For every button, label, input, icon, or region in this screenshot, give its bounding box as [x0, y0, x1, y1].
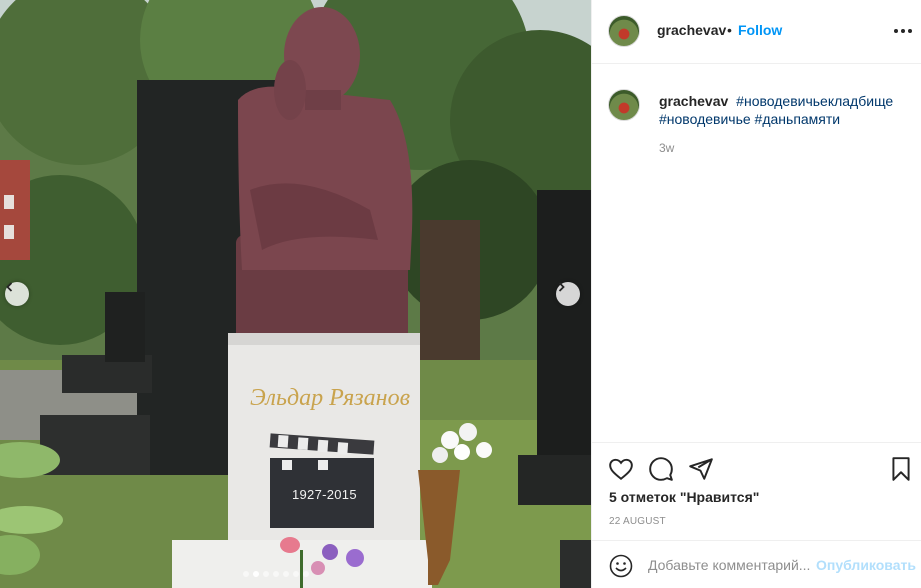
previous-photo-button[interactable]	[5, 282, 29, 306]
header-username[interactable]: grachevav	[657, 22, 726, 38]
comment-input[interactable]	[648, 555, 816, 575]
hashtag-link[interactable]: #новодевичье	[659, 111, 751, 127]
carousel-dot	[283, 571, 289, 577]
bookmark-icon[interactable]	[888, 456, 914, 482]
action-bar	[592, 444, 921, 492]
heart-icon[interactable]	[608, 456, 634, 482]
caption-username[interactable]: grachevav	[659, 93, 728, 109]
avatar[interactable]	[608, 15, 640, 47]
carousel-dot	[263, 571, 269, 577]
post-side-panel: grachevav • Follow grachevav #новодевичь…	[591, 0, 921, 588]
carousel-dot	[243, 571, 249, 577]
post-comment-button[interactable]: Опубликовать	[816, 557, 916, 573]
carousel-dot	[293, 571, 299, 577]
emoji-icon[interactable]	[609, 554, 633, 578]
hashtag-link[interactable]: #новодевичьекладбище	[736, 93, 893, 109]
next-photo-button[interactable]	[556, 282, 580, 306]
caption-comment: grachevav #новодевичьекладбище #новодеви…	[592, 64, 921, 443]
chevron-right-icon	[558, 282, 565, 292]
likes-count[interactable]: 5 отметок "Нравится"	[609, 489, 759, 505]
avatar[interactable]	[608, 89, 640, 121]
carousel-dot	[303, 571, 309, 577]
signature-text: Эльдар Рязанов	[250, 385, 410, 411]
caption-timestamp[interactable]: 3w	[659, 141, 674, 155]
carousel-indicator	[243, 571, 309, 577]
follow-button[interactable]: Follow	[738, 22, 782, 38]
comment-icon[interactable]	[648, 456, 674, 482]
caption-text: grachevav #новодевичьекладбище #новодеви…	[659, 92, 909, 128]
post-header: grachevav • Follow	[592, 0, 921, 64]
carousel-dot	[253, 571, 259, 577]
more-horizontal-icon[interactable]	[894, 24, 912, 38]
chevron-left-icon	[6, 282, 13, 292]
post-photo[interactable]: Эльдар Рязанов 1927-2015	[0, 0, 591, 588]
carousel-dot	[273, 571, 279, 577]
post-date[interactable]: 22 AUGUST	[609, 516, 666, 527]
hashtag-link[interactable]: #даньпамяти	[755, 111, 841, 127]
header-separator: •	[727, 22, 732, 38]
memorial-dates: 1927-2015	[292, 487, 357, 502]
send-icon[interactable]	[688, 456, 714, 482]
add-comment-bar: Опубликовать	[592, 540, 921, 588]
